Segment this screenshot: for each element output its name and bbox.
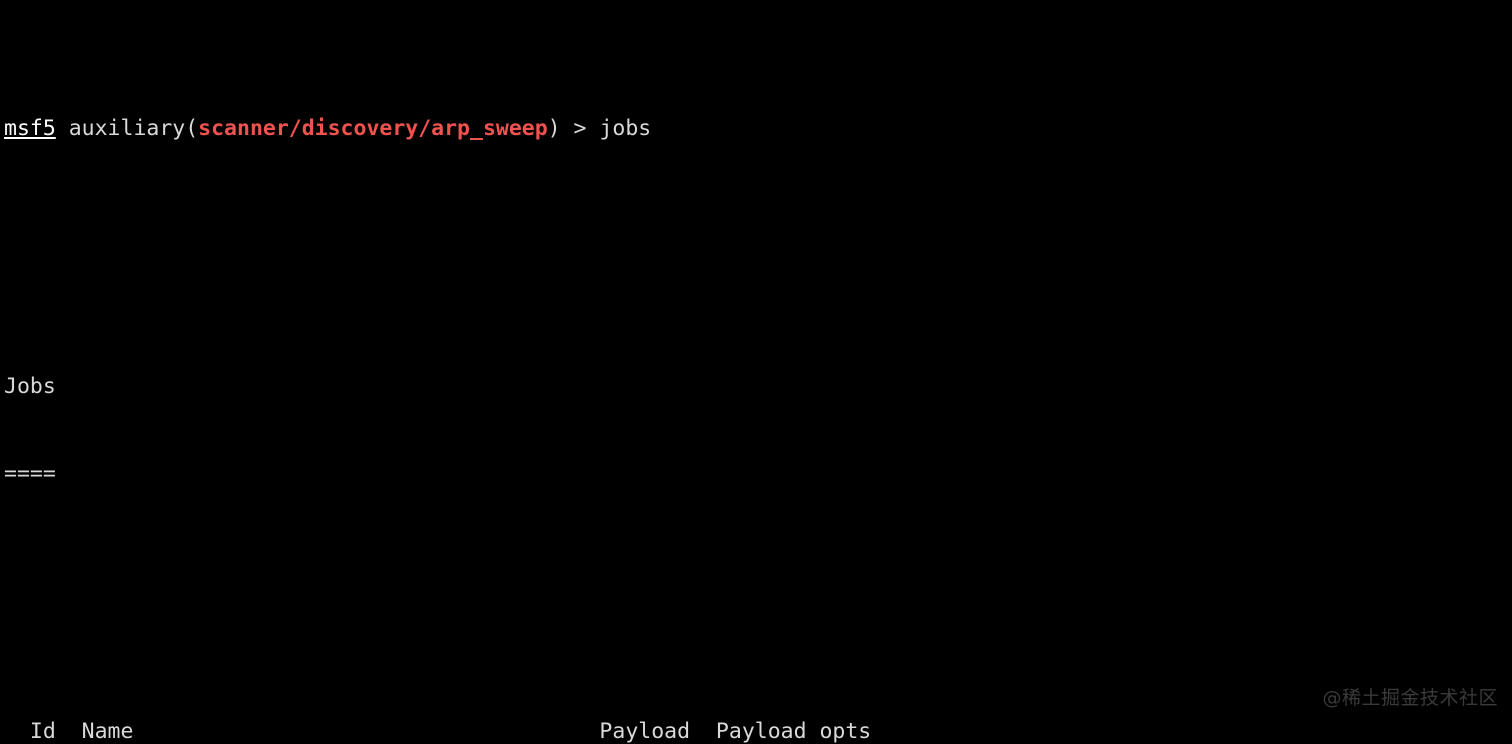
terminal-window[interactable]: msf5 auxiliary(scanner/discovery/arp_swe…	[0, 0, 1512, 744]
jobs-section-underline: ====	[4, 460, 56, 486]
site-watermark: @稀土掘金技术社区	[1322, 687, 1498, 709]
prompt-context-suffix: ) >	[547, 115, 600, 141]
spacer-line-2	[0, 574, 1512, 603]
prompt-line-jobs: msf5 auxiliary(scanner/discovery/arp_swe…	[0, 115, 1512, 144]
command-jobs: jobs	[599, 115, 652, 141]
spacer-line-1	[0, 230, 1512, 259]
prompt-context-prefix: auxiliary(	[55, 115, 199, 141]
shell-name-label: msf5	[4, 115, 56, 141]
module-path-label: scanner/discovery/arp_sweep	[198, 115, 548, 141]
jobs-table-header: Id Name Payload Payload opts	[4, 718, 872, 744]
jobs-section-title: Jobs	[4, 374, 56, 400]
